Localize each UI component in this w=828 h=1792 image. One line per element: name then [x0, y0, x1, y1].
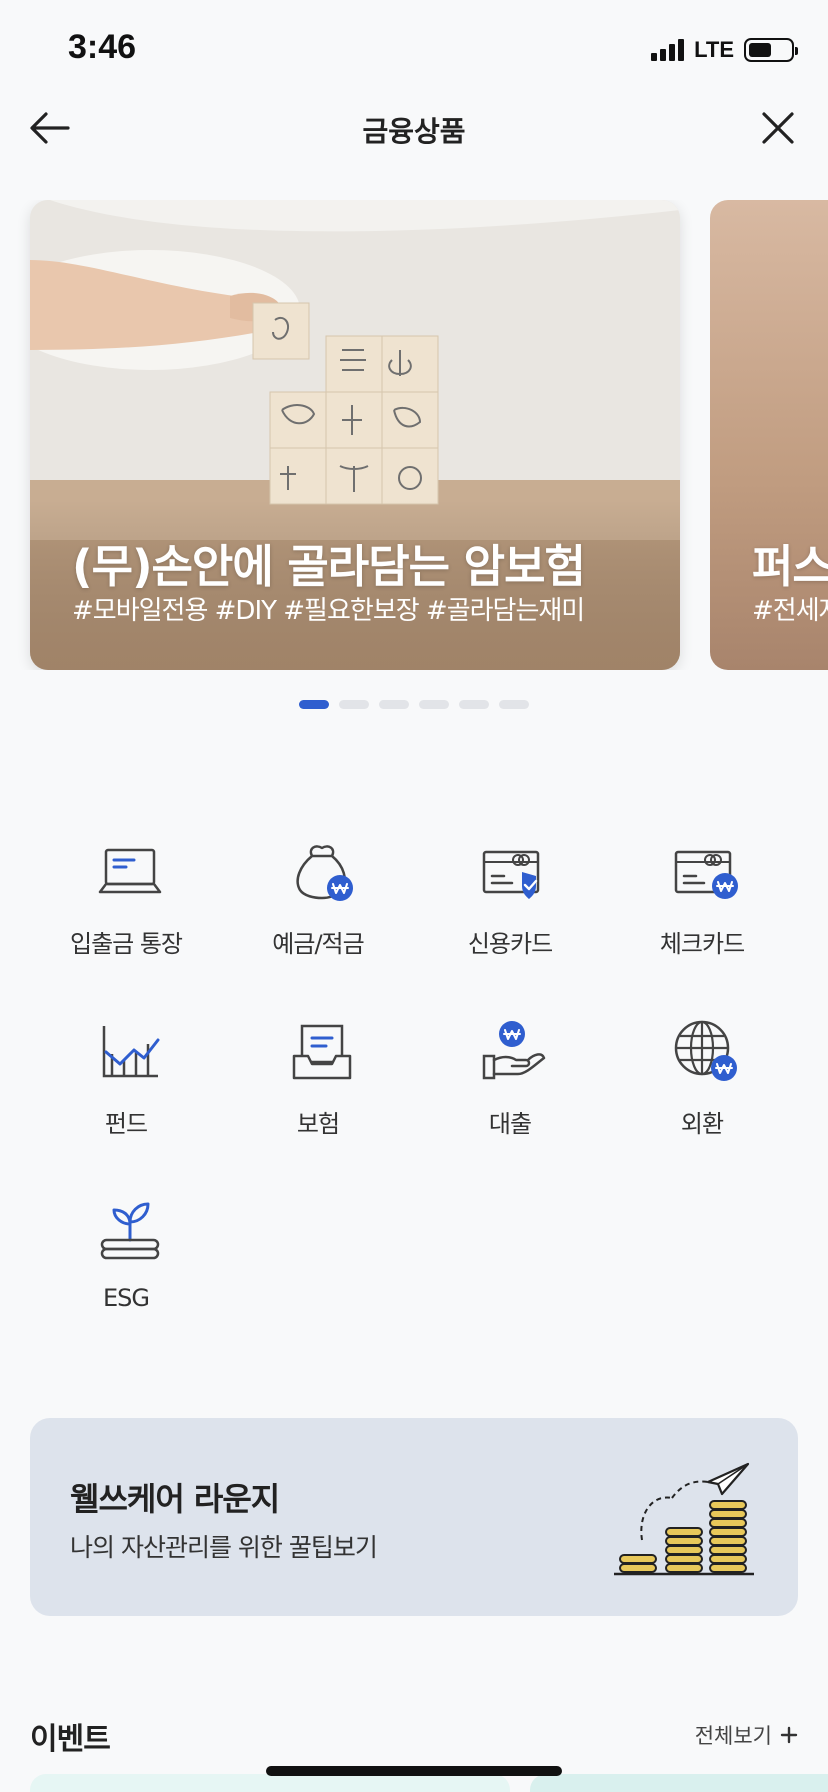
category-deposit-account[interactable]: 입출금 통장	[30, 820, 222, 960]
status-time: 3:46	[68, 28, 137, 66]
slide-title: (무)손안에 골라담는 암보험	[72, 540, 586, 593]
signal-icon	[651, 39, 685, 61]
status-indicators: LTE	[651, 36, 798, 64]
carousel-slide[interactable]: 퍼스 #전세자	[710, 200, 828, 670]
category-label: 보험	[296, 1110, 340, 1138]
event-card[interactable]	[530, 1774, 828, 1792]
pagination-dot[interactable]	[379, 700, 409, 709]
category-label: 대출	[488, 1110, 532, 1138]
loan-hand-icon	[482, 1021, 546, 1080]
coins-plane-icon	[614, 1462, 754, 1576]
category-label: 펀드	[104, 1110, 148, 1138]
globe-exchange-icon	[674, 1020, 737, 1081]
close-icon[interactable]	[758, 108, 798, 148]
battery-icon	[744, 38, 798, 62]
pagination-dot[interactable]	[339, 700, 369, 709]
pagination-dot[interactable]	[299, 700, 329, 709]
nav-bar: 금융상품	[0, 96, 828, 160]
home-indicator	[266, 1766, 562, 1776]
sprout-icon	[100, 1202, 160, 1260]
category-savings[interactable]: 예금/적금	[222, 820, 414, 960]
pagination-dot[interactable]	[459, 700, 489, 709]
laptop-icon	[98, 848, 162, 894]
carousel-slide[interactable]: (무)손안에 골라담는 암보험 #모바일전용 #DIY #필요한보장 #골라담는…	[30, 200, 680, 670]
slide-tags: #모바일전용 #DIY #필요한보장 #골라담는재미	[72, 596, 585, 626]
slide-title: 퍼스	[752, 540, 828, 593]
money-bag-icon	[296, 845, 353, 901]
view-all-button[interactable]: 전체보기	[695, 1720, 798, 1750]
banner-subtitle: 나의 자산관리를 위한 꿀팁보기	[70, 1533, 378, 1562]
category-label: 예금/적금	[272, 930, 364, 958]
plus-icon	[780, 1726, 798, 1744]
pagination-dot[interactable]	[499, 700, 529, 709]
check-card-icon	[674, 850, 738, 899]
view-all-label: 전체보기	[694, 1724, 772, 1748]
category-credit-card[interactable]: 신용카드	[414, 820, 606, 960]
category-check-card[interactable]: 체크카드	[606, 820, 798, 960]
pagination-dot[interactable]	[419, 700, 449, 709]
category-label: 외환	[680, 1110, 724, 1138]
events-header: 이벤트 전체보기	[30, 1710, 798, 1760]
wealthcare-lounge-banner[interactable]: 웰쓰케어 라운지 나의 자산관리를 위한 꿀팁보기	[30, 1418, 798, 1616]
carousel-pagination	[0, 700, 828, 709]
banner-title: 웰쓰케어 라운지	[70, 1480, 280, 1518]
event-card[interactable]	[30, 1774, 510, 1792]
category-label: 체크카드	[659, 930, 745, 958]
category-insurance[interactable]: 보험	[222, 1000, 414, 1140]
category-label: ESG	[103, 1284, 150, 1312]
category-esg[interactable]: ESG	[30, 1180, 222, 1320]
category-label: 입출금 통장	[69, 930, 183, 958]
chart-icon	[102, 1026, 160, 1078]
events-title: 이벤트	[30, 1722, 111, 1757]
page-title: 금융상품	[362, 115, 466, 148]
status-bar: 3:46 LTE	[0, 0, 828, 100]
category-fund[interactable]: 펀드	[30, 1000, 222, 1140]
category-loan[interactable]: 대출	[414, 1000, 606, 1140]
credit-card-shield-icon	[482, 850, 540, 899]
product-carousel[interactable]: (무)손안에 골라담는 암보험 #모바일전용 #DIY #필요한보장 #골라담는…	[0, 200, 828, 670]
network-label: LTE	[694, 37, 734, 62]
category-foreign-exchange[interactable]: 외환	[606, 1000, 798, 1140]
slide-tags: #전세자	[752, 596, 828, 626]
insurance-document-icon	[292, 1024, 352, 1080]
category-label: 신용카드	[467, 930, 553, 958]
